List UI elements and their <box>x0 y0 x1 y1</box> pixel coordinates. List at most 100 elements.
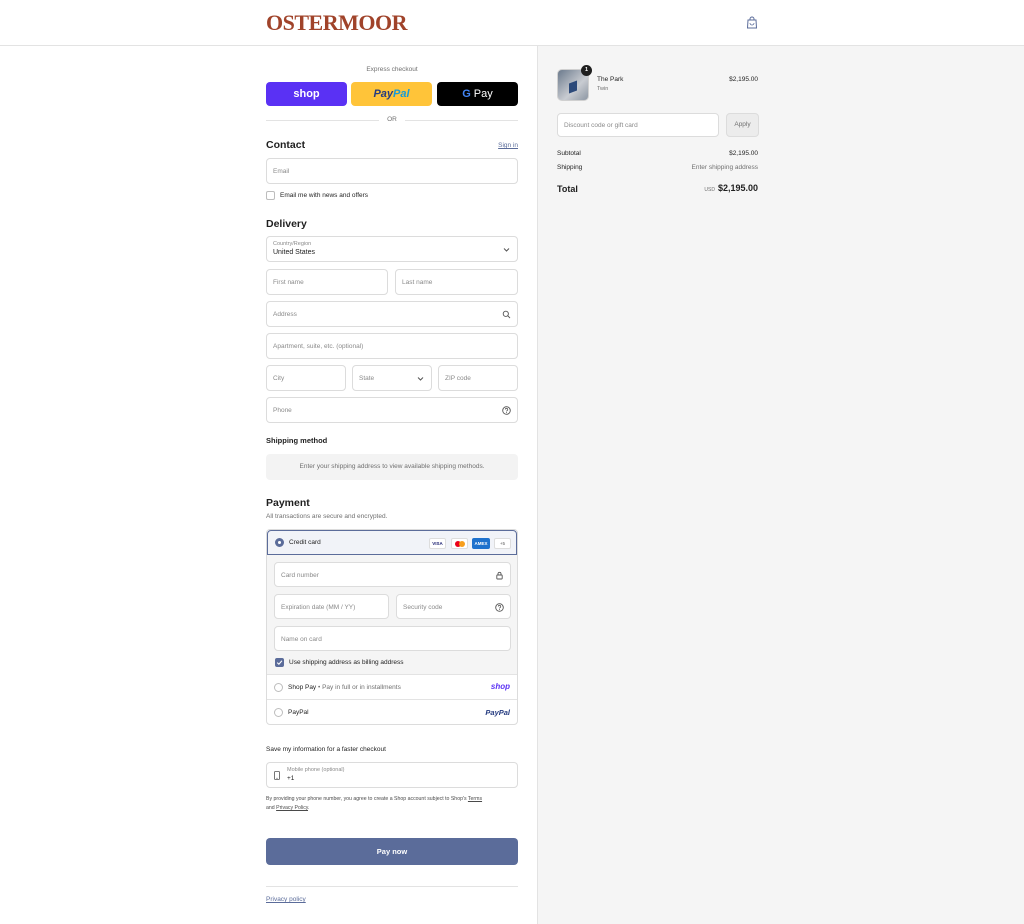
save-info-heading: Save my information for a faster checkou… <box>266 746 386 753</box>
paypal-text-b: Pal <box>393 88 410 100</box>
mobile-phone-label: Mobile phone (optional) <box>287 767 345 773</box>
city-placeholder: City <box>273 375 285 382</box>
zip-field[interactable]: ZIP code <box>438 365 518 391</box>
mobile-phone-value: +1 <box>287 775 295 782</box>
first-name-field[interactable]: First name <box>266 269 388 295</box>
express-checkout-label: Express checkout <box>366 66 418 73</box>
shop-pay-express-button[interactable]: shop <box>266 82 347 106</box>
shop-pay-title: Shop Pay <box>288 684 317 691</box>
or-divider: OR <box>266 115 518 125</box>
discount-code-input[interactable]: Discount code or gift card <box>557 113 719 137</box>
paypal-express-button[interactable]: Pay Pal <box>351 82 432 106</box>
credit-card-form: Card number Expiration date (MM / YY) Se… <box>267 555 517 675</box>
address-placeholder: Address <box>273 311 297 318</box>
credit-card-option[interactable]: Credit card VISA AMEX +5 <box>267 530 517 555</box>
delivery-heading: Delivery <box>266 218 307 230</box>
country-label: Country/Region <box>273 241 312 247</box>
disclaimer-period: . <box>308 805 310 811</box>
chevron-down-icon <box>417 377 424 381</box>
privacy-policy-link[interactable]: Privacy Policy <box>276 805 308 811</box>
phone-field[interactable]: Phone <box>266 397 518 423</box>
shop-pay-subtitle: • Pay in full or in installments <box>318 684 401 691</box>
name-on-card-placeholder: Name on card <box>281 636 322 643</box>
security-code-placeholder: Security code <box>403 604 443 611</box>
discount-placeholder: Discount code or gift card <box>564 122 638 129</box>
product-price: $2,195.00 <box>729 76 758 83</box>
chevron-down-icon <box>503 248 510 252</box>
credit-card-radio[interactable] <box>275 538 284 547</box>
news-offers-checkbox[interactable] <box>266 191 275 200</box>
visa-icon: VISA <box>429 538 446 549</box>
total-label: Total <box>557 184 578 194</box>
shipping-label: Shipping <box>557 164 583 171</box>
apartment-field[interactable]: Apartment, suite, etc. (optional) <box>266 333 518 359</box>
search-icon <box>502 310 511 319</box>
last-name-placeholder: Last name <box>402 279 433 286</box>
payment-heading: Payment <box>266 497 310 509</box>
mobile-phone-icon <box>274 771 280 780</box>
shopping-bag-icon[interactable] <box>746 16 758 29</box>
email-field[interactable]: Email <box>266 158 518 184</box>
mastercard-icon <box>451 538 468 549</box>
card-number-field[interactable]: Card number <box>274 562 511 587</box>
last-name-field[interactable]: Last name <box>395 269 518 295</box>
billing-same-label: Use shipping address as billing address <box>289 659 404 666</box>
amex-icon: AMEX <box>472 538 490 549</box>
paypal-option[interactable]: PayPal PayPal <box>267 700 517 725</box>
shop-logo-text: shop <box>293 88 320 100</box>
help-circle-icon[interactable] <box>495 603 504 612</box>
terms-link[interactable]: Terms <box>468 796 482 802</box>
paypal-radio[interactable] <box>274 708 283 717</box>
expiration-field[interactable]: Expiration date (MM / YY) <box>274 594 389 619</box>
billing-same-checkbox[interactable] <box>275 658 284 667</box>
name-on-card-field[interactable]: Name on card <box>274 626 511 651</box>
product-quantity-badge: 1 <box>581 65 592 76</box>
city-field[interactable]: City <box>266 365 346 391</box>
email-placeholder: Email <box>273 168 290 175</box>
news-offers-label: Email me with news and offers <box>280 192 369 199</box>
phone-placeholder: Phone <box>273 407 292 414</box>
shipping-methods-placeholder: Enter your shipping address to view avai… <box>266 454 518 480</box>
order-summary: 1 The Park Twin $2,195.00 Discount code … <box>537 46 1024 924</box>
shop-disclaimer: By providing your phone number, you agre… <box>266 795 518 813</box>
shop-pay-option[interactable]: Shop Pay • Pay in full or in installment… <box>267 675 517 700</box>
google-g-icon: G <box>462 88 471 100</box>
zip-placeholder: ZIP code <box>445 375 471 382</box>
pay-now-button[interactable]: Pay now <box>266 838 518 865</box>
footer-privacy-policy-link[interactable]: Privacy policy <box>266 896 306 903</box>
currency-code: USD <box>704 187 715 193</box>
address-field[interactable]: Address <box>266 301 518 327</box>
google-pay-express-button[interactable]: G Pay <box>437 82 518 106</box>
footer-divider <box>266 886 518 887</box>
paypal-logo: PayPal <box>485 708 510 717</box>
country-select[interactable]: Country/Region United States <box>266 236 518 262</box>
paypal-label: PayPal <box>288 709 309 716</box>
mobile-phone-field[interactable]: Mobile phone (optional) +1 <box>266 762 518 788</box>
more-cards-badge: +5 <box>494 538 511 549</box>
payment-subtitle: All transactions are secure and encrypte… <box>266 513 388 520</box>
card-number-placeholder: Card number <box>281 572 319 579</box>
shipping-method-heading: Shipping method <box>266 436 328 445</box>
paypal-text-a: Pay <box>373 88 394 100</box>
contact-heading: Contact <box>266 139 306 151</box>
gpay-text: Pay <box>473 88 493 100</box>
disclaimer-and: and <box>266 805 275 811</box>
shipping-value: Enter shipping address <box>691 164 759 171</box>
product-name: The Park <box>597 76 624 83</box>
check-icon <box>276 660 283 665</box>
shop-pay-radio[interactable] <box>274 683 283 692</box>
state-placeholder: State <box>359 375 375 382</box>
apartment-placeholder: Apartment, suite, etc. (optional) <box>273 343 364 350</box>
sign-in-link[interactable]: Sign in <box>498 142 518 149</box>
total-row-right: USD $2,195.00 <box>704 183 758 193</box>
state-select[interactable]: State <box>352 365 432 391</box>
apply-discount-button[interactable]: Apply <box>726 113 759 137</box>
help-circle-icon[interactable] <box>502 406 511 415</box>
shop-pay-logo: shop <box>490 682 510 691</box>
subtotal-value: $2,195.00 <box>729 150 758 157</box>
country-value: United States <box>273 249 316 256</box>
security-code-field[interactable]: Security code <box>396 594 511 619</box>
payment-methods: Credit card VISA AMEX +5 Card number Exp… <box>266 529 518 725</box>
store-logo[interactable]: OSTERMOOR <box>266 10 407 36</box>
total-value: $2,195.00 <box>717 183 758 193</box>
